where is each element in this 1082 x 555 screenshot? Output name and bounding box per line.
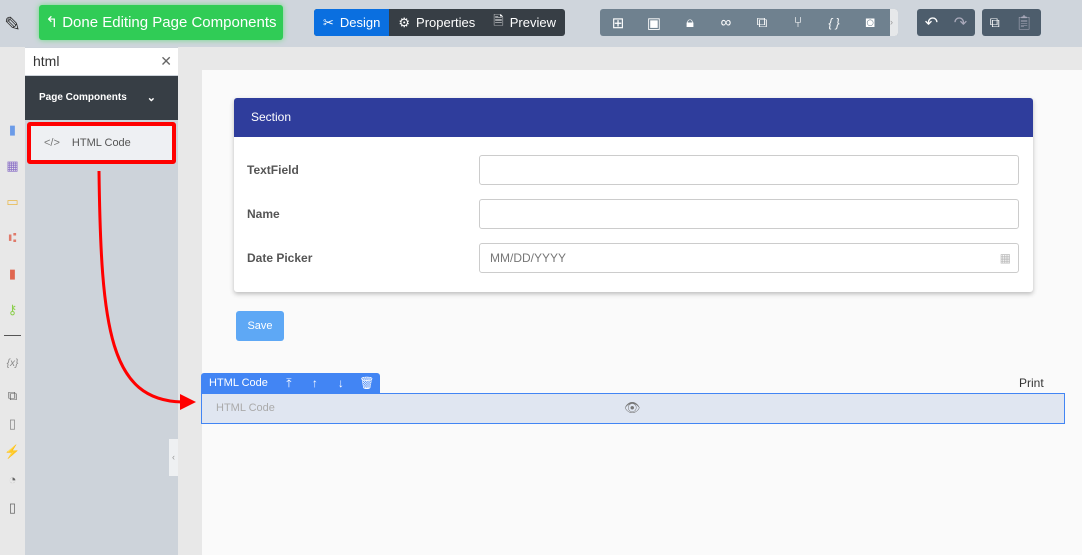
mode-switcher: ✂ Design ⚙ Properties 🗎 Preview	[314, 9, 565, 36]
search-value: html	[33, 53, 60, 69]
paste-icon[interactable]: 📋︎	[1015, 14, 1033, 31]
print-label[interactable]: Print	[1019, 376, 1044, 390]
edit-icon[interactable]: ✎	[0, 12, 25, 42]
scroll-icon[interactable]: ▯	[4, 500, 21, 516]
tab-preview[interactable]: 🗎 Preview	[484, 9, 565, 36]
field-label: Date Picker	[247, 251, 313, 265]
move-up-icon[interactable]: ↑	[302, 376, 328, 390]
key-icon[interactable]: ⚷	[4, 302, 21, 318]
move-top-icon[interactable]: ⤒	[276, 376, 302, 391]
translate-icon[interactable]: ⧉	[744, 14, 780, 31]
code-braces-icon[interactable]: { }	[816, 16, 852, 30]
trash-icon[interactable]: 🗑︎	[354, 376, 380, 390]
gear-icon: ⚙	[398, 14, 411, 30]
component-item-html-code[interactable]: </> HTML Code	[27, 122, 176, 164]
table-icon[interactable]: ▦	[4, 158, 21, 174]
branch-icon[interactable]: ⑂	[780, 14, 816, 31]
plug-icon[interactable]: ⚡	[4, 444, 21, 460]
icon-rail: ▮ ▦ ▭ ⑆ ▮ ⚷ {x} ⧉ ▯ ⚡ ◔ ▯	[0, 47, 25, 555]
preview-icon: 🗎	[493, 12, 504, 28]
html-component-toolbar: HTML Code ⤒ ↑ ↓ 🗑︎	[201, 373, 380, 393]
document-chart-icon[interactable]: ▯	[4, 416, 21, 432]
tab-label: Preview	[509, 15, 556, 30]
move-down-icon[interactable]: ↓	[328, 376, 354, 390]
collapse-panel-handle[interactable]: ‹	[169, 439, 178, 476]
eye-slash-icon[interactable]: 👁︎	[624, 400, 641, 416]
field-label: Name	[247, 207, 280, 221]
component-search-input[interactable]: html ✕	[25, 48, 178, 75]
section-title: Page Components	[39, 92, 127, 103]
sitemap-icon[interactable]: ⊞	[600, 14, 636, 32]
divider	[4, 335, 21, 336]
textfield-input[interactable]	[479, 155, 1019, 185]
page-icon[interactable]: ▮	[4, 122, 21, 138]
tab-label: Properties	[416, 15, 476, 30]
date-input[interactable]: MM/DD/YYYY ▦	[479, 243, 1019, 273]
calendar-icon[interactable]: ▦	[1000, 244, 1011, 272]
binoculars-icon[interactable]: ∞	[708, 14, 744, 31]
camera-icon[interactable]: ◙	[852, 14, 888, 31]
translate-icon[interactable]: ⧉	[4, 388, 21, 404]
gauge-icon[interactable]: ◔	[4, 472, 21, 487]
field-date-picker: Date Picker MM/DD/YYYY ▦	[247, 243, 1019, 273]
date-placeholder: MM/DD/YYYY	[490, 251, 567, 265]
name-input[interactable]	[479, 199, 1019, 229]
page-components-header[interactable]: Page Components ⌄	[25, 76, 178, 120]
tab-design[interactable]: ✂ Design	[314, 9, 390, 36]
code-icon: </>	[44, 137, 60, 149]
redo-icon[interactable]: ↷	[954, 13, 967, 33]
field-label: TextField	[247, 163, 299, 177]
copy-icon[interactable]: ⧉	[990, 14, 1000, 31]
save-button[interactable]: Save	[236, 311, 284, 341]
lock-icon[interactable]: 🔒︎	[672, 14, 708, 31]
item-label: HTML Code	[71, 137, 131, 149]
database-icon[interactable]: ▣	[636, 14, 672, 32]
design-icon: ✂	[323, 14, 334, 30]
tab-label: Design	[339, 15, 381, 30]
chevron-right-icon[interactable]: ›	[890, 9, 898, 36]
tool-group: ⊞ ▣ 🔒︎ ∞ ⧉ ⑂ { } ◙ ›	[600, 9, 898, 36]
undo-icon[interactable]: ↶	[925, 13, 938, 33]
section-header: Section	[234, 98, 1033, 137]
undo-redo-group: ↶ ↷	[917, 9, 975, 36]
field-name: Name	[247, 199, 1019, 229]
done-editing-button[interactable]: ↰ Done Editing Page Components	[39, 5, 283, 40]
workflow-icon[interactable]: ⑆	[4, 230, 21, 245]
clear-search-icon[interactable]: ✕	[160, 48, 172, 75]
arrow-head	[180, 394, 196, 410]
monitor-icon[interactable]: ▭	[4, 194, 21, 210]
done-label: Done Editing Page Components	[62, 14, 277, 31]
clipboard-group: ⧉ 📋︎	[982, 9, 1041, 36]
component-label: HTML Code	[209, 377, 268, 389]
field-textfield: TextField	[247, 155, 1019, 185]
form-section: Section TextField Name Date Picker MM/DD/…	[234, 98, 1033, 292]
variable-icon[interactable]: {x}	[4, 358, 21, 369]
report-icon[interactable]: ▮	[4, 266, 21, 282]
chevron-down-icon: ⌄	[146, 92, 156, 104]
tab-properties[interactable]: ⚙ Properties	[389, 9, 484, 36]
